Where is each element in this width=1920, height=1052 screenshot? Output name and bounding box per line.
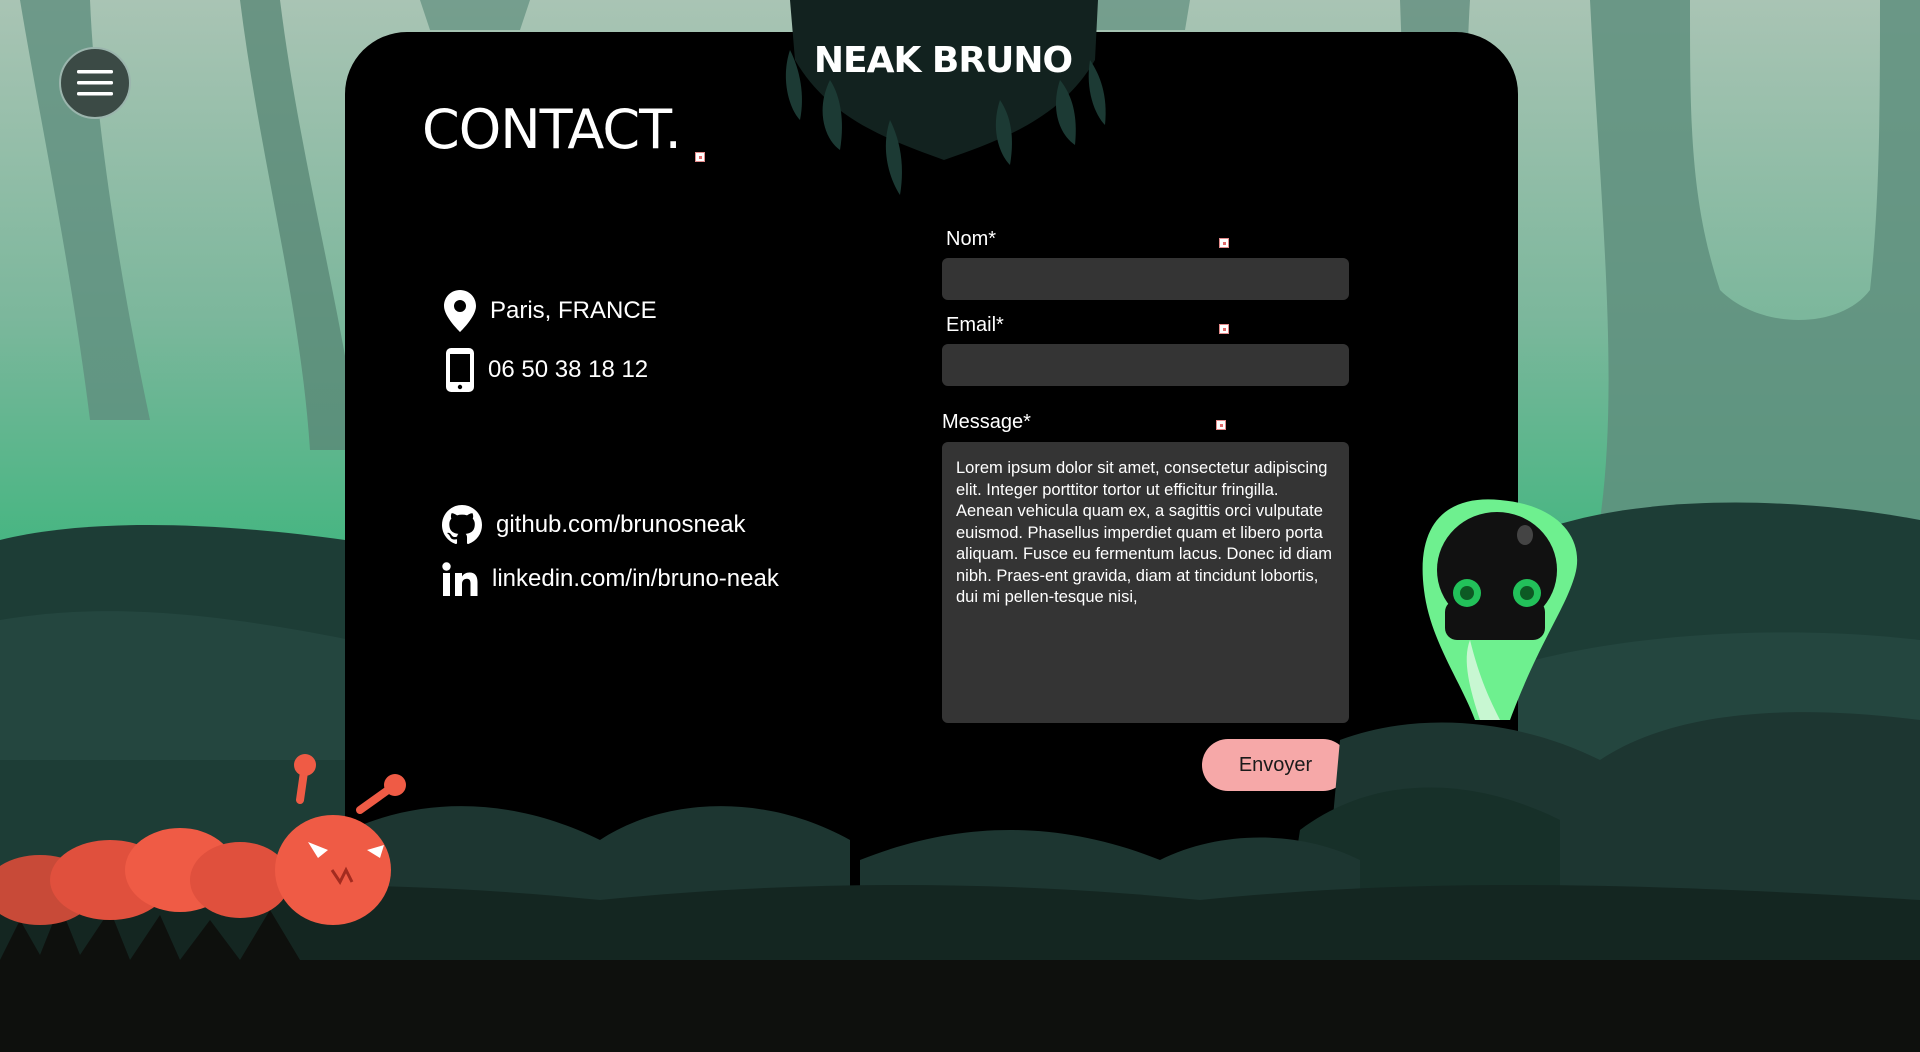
email-field[interactable] bbox=[942, 344, 1349, 386]
github-link[interactable]: github.com/brunosneak bbox=[442, 505, 746, 545]
linkedin-icon bbox=[442, 562, 478, 596]
location-info: Paris, FRANCE bbox=[444, 290, 657, 332]
broken-image-icon bbox=[695, 152, 705, 162]
page-title: CONTACT. bbox=[422, 98, 682, 161]
broken-image-icon bbox=[1219, 324, 1229, 334]
phone-info: 06 50 38 18 12 bbox=[446, 348, 648, 392]
broken-image-icon bbox=[1216, 420, 1226, 430]
map-pin-icon bbox=[444, 290, 476, 332]
location-text: Paris, FRANCE bbox=[490, 297, 657, 324]
email-label: Email* bbox=[946, 314, 1004, 336]
submit-button[interactable]: Envoyer bbox=[1202, 739, 1349, 791]
name-field[interactable] bbox=[942, 258, 1349, 300]
name-label: Nom* bbox=[946, 228, 997, 250]
site-title[interactable]: NEAK BRUNO bbox=[0, 40, 1886, 81]
message-field[interactable]: Lorem ipsum dolor sit amet, consectetur … bbox=[942, 442, 1349, 723]
linkedin-link[interactable]: linkedin.com/in/bruno-neak bbox=[442, 562, 779, 596]
github-text[interactable]: github.com/brunosneak bbox=[496, 511, 746, 539]
message-label: Message* bbox=[942, 411, 1031, 433]
phone-text: 06 50 38 18 12 bbox=[488, 356, 649, 383]
github-icon bbox=[442, 505, 482, 545]
broken-image-icon bbox=[1219, 238, 1229, 248]
smartphone-icon bbox=[446, 348, 474, 392]
linkedin-text[interactable]: linkedin.com/in/bruno-neak bbox=[492, 565, 779, 593]
